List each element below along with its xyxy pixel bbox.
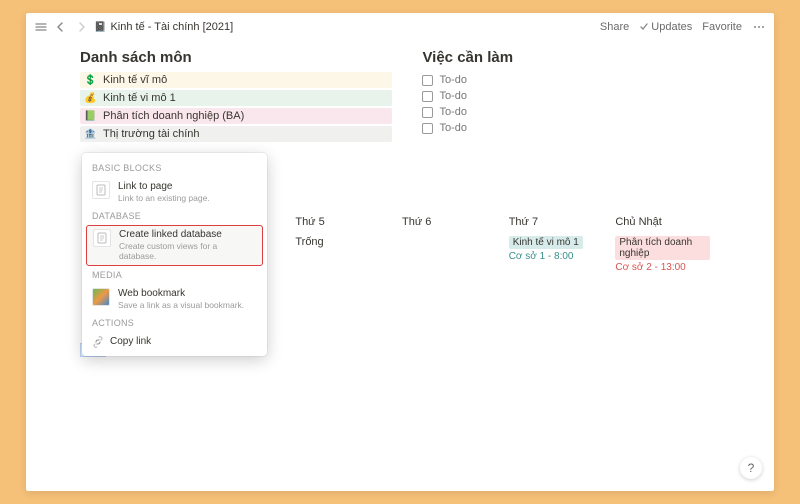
popup-copy-label: Copy link <box>110 336 151 347</box>
subject-emoji-icon: 🏦 <box>84 129 97 140</box>
schedule-event-tag[interactable]: Kinh tế vi mô 1 <box>509 236 583 249</box>
popup-copy-link[interactable]: Copy link <box>82 332 267 352</box>
subject-item[interactable]: 🏦 Thị trường tài chính <box>80 126 392 142</box>
content-area: Danh sách môn 💲 Kinh tế vĩ mô 💰 Kinh tế vi … <box>26 41 774 144</box>
updates-button[interactable]: Updates <box>639 21 692 33</box>
subjects-column: Danh sách môn 💲 Kinh tế vĩ mô 💰 Kinh tế vi … <box>80 49 392 144</box>
popup-item[interactable]: Link to pageLink to an existing page. <box>82 177 267 207</box>
day-column: Thứ 7 Kinh tế vi mô 1 Cơ sở 1 - 8:00 <box>507 212 614 277</box>
popup-item-title: Create linked database <box>119 229 256 241</box>
subject-label: Phân tích doanh nghiệp (BA) <box>103 110 244 122</box>
day-cell: Kinh tế vi mô 1 Cơ sở 1 - 8:00 <box>507 232 606 266</box>
popup-item-subtitle: Save a link as a visual bookmark. <box>118 300 244 310</box>
link-icon <box>92 336 104 348</box>
subject-label: Thị trường tài chính <box>103 128 200 140</box>
forward-icon[interactable] <box>74 20 88 34</box>
breadcrumb[interactable]: 📓 Kinh tế - Tài chính [2021] <box>94 21 233 33</box>
share-button[interactable]: Share <box>600 21 629 33</box>
popup-group-label: BASIC BLOCKS <box>82 159 267 177</box>
day-header: Thứ 7 <box>507 212 606 232</box>
popup-item-title: Web bookmark <box>118 288 244 300</box>
checkbox-icon[interactable] <box>422 107 433 118</box>
todo-label: To-do <box>439 122 467 134</box>
subject-emoji-icon: 💲 <box>84 75 97 86</box>
favorite-button[interactable]: Favorite <box>702 21 742 33</box>
bookmark-icon <box>92 288 110 306</box>
todos-column: Việc cần làm To-do To-do To-do To-do <box>422 49 720 144</box>
page-icon <box>93 229 111 247</box>
day-column: Chủ Nhật Phân tích doanh nghiệp Cơ sở 2 - … <box>613 212 720 277</box>
todo-item[interactable]: To-do <box>422 72 720 88</box>
slash-command-popup: BASIC BLOCKSLink to pageLink to an exist… <box>82 153 267 356</box>
popup-item-subtitle: Link to an existing page. <box>118 193 210 203</box>
subject-label: Kinh tế vĩ mô <box>103 74 167 86</box>
schedule-time: Cơ sở 1 - 8:00 <box>509 251 604 262</box>
popup-item-title: Link to page <box>118 181 210 193</box>
day-header: Thứ 6 <box>400 212 499 232</box>
todo-label: To-do <box>439 74 467 86</box>
subject-emoji-icon: 📗 <box>84 111 97 122</box>
app-window: 📓 Kinh tế - Tài chính [2021] Share Updat… <box>26 13 774 491</box>
todo-item[interactable]: To-do <box>422 88 720 104</box>
checkbox-icon[interactable] <box>422 91 433 102</box>
subjects-title: Danh sách môn <box>80 49 392 66</box>
subject-item[interactable]: 💰 Kinh tế vi mô 1 <box>80 90 392 106</box>
topbar-right: Share Updates Favorite <box>600 21 766 33</box>
schedule-empty: Trống <box>295 236 323 248</box>
todo-label: To-do <box>439 90 467 102</box>
popup-group-label: MEDIA <box>82 266 267 284</box>
schedule-time: Cơ sở 2 - 13:00 <box>615 262 710 273</box>
checkbox-icon[interactable] <box>422 75 433 86</box>
day-cell: Phân tích doanh nghiệp Cơ sở 2 - 13:00 <box>613 232 712 277</box>
todos-title: Việc cần làm <box>422 49 720 66</box>
todo-item[interactable]: To-do <box>422 120 720 136</box>
todo-label: To-do <box>439 106 467 118</box>
menu-icon[interactable] <box>34 20 48 34</box>
breadcrumb-title: Kinh tế - Tài chính [2021] <box>110 21 233 33</box>
checkbox-icon[interactable] <box>422 123 433 134</box>
more-icon[interactable] <box>752 21 766 33</box>
topbar: 📓 Kinh tế - Tài chính [2021] Share Updat… <box>26 13 774 41</box>
day-header: Thứ 5 <box>293 212 392 232</box>
page-icon <box>92 181 110 199</box>
popup-item[interactable]: Create linked databaseCreate custom view… <box>86 225 263 265</box>
popup-group-label: ACTIONS <box>82 314 267 332</box>
day-header: Chủ Nhật <box>613 212 712 232</box>
day-cell: Trống <box>293 232 392 252</box>
nav-icons <box>34 20 88 34</box>
day-column: Thứ 6 <box>400 212 507 277</box>
subject-label: Kinh tế vi mô 1 <box>103 92 176 104</box>
popup-group-label: DATABASE <box>82 207 267 225</box>
todo-item[interactable]: To-do <box>422 104 720 120</box>
schedule-event-tag[interactable]: Phân tích doanh nghiệp <box>615 236 710 260</box>
day-column: Thứ 5 Trống <box>293 212 400 277</box>
subject-item[interactable]: 📗 Phân tích doanh nghiệp (BA) <box>80 108 392 124</box>
page-icon: 📓 <box>94 22 106 33</box>
subject-item[interactable]: 💲 Kinh tế vĩ mô <box>80 72 392 88</box>
subject-emoji-icon: 💰 <box>84 93 97 104</box>
popup-item[interactable]: Web bookmarkSave a link as a visual book… <box>82 284 267 314</box>
day-cell <box>400 232 499 240</box>
back-icon[interactable] <box>54 20 68 34</box>
help-button[interactable]: ? <box>740 457 762 479</box>
popup-item-subtitle: Create custom views for a database. <box>119 241 256 261</box>
